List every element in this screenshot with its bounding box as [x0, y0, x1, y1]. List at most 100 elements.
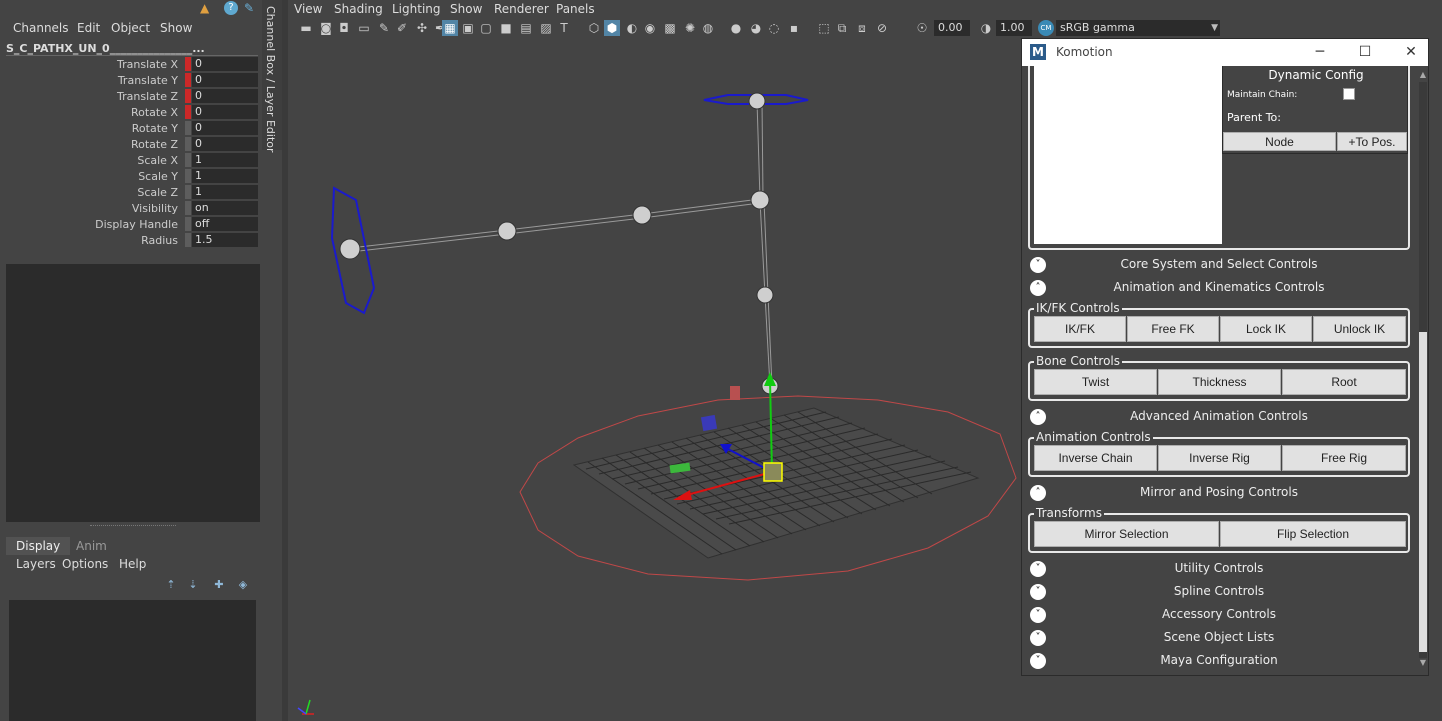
chevron-down-icon[interactable]: ˅ [1030, 257, 1046, 273]
menu-channels[interactable]: Channels [13, 21, 69, 35]
wireframe-icon[interactable]: ⬡ [586, 20, 602, 36]
chevron-down-icon[interactable]: ˅ [1030, 653, 1046, 669]
menu-help[interactable]: Help [119, 557, 146, 571]
menu-renderer[interactable]: Renderer [494, 2, 549, 16]
selected-object-name[interactable]: S_C_PATHX_UN_0_______________... [6, 42, 256, 55]
motion-blur-icon[interactable]: ⊘ [874, 20, 890, 36]
camera-attributes-icon[interactable]: ◙ [318, 20, 334, 36]
hud-icon[interactable]: ⬚ [816, 20, 832, 36]
grid-toggle-icon[interactable]: ✣ [414, 20, 430, 36]
attr-value[interactable]: 0 [192, 89, 258, 103]
attr-display-handle[interactable]: Display Handle off [0, 216, 264, 232]
tool-icon[interactable]: ▲ [200, 1, 209, 15]
free-rig-button[interactable]: Free Rig [1282, 445, 1406, 471]
menu-panels[interactable]: Panels [556, 2, 595, 16]
chevron-up-icon[interactable]: ˄ [1030, 409, 1046, 425]
free-fk-button[interactable]: Free FK [1127, 316, 1219, 342]
attr-scale-x[interactable]: Scale X 1 [0, 152, 264, 168]
menu-show[interactable]: Show [160, 21, 192, 35]
grid-icon[interactable]: ▦ [442, 20, 458, 36]
menu-view[interactable]: View [294, 2, 322, 16]
isolate-select-icon[interactable]: ● [728, 20, 744, 36]
maintain-chain-checkbox[interactable] [1343, 88, 1355, 100]
attr-translate-z[interactable]: Translate Z 0 [0, 88, 264, 104]
section-spline[interactable]: Spline Controls ˅ [1028, 582, 1410, 602]
chevron-up-icon[interactable]: ˄ [1030, 280, 1046, 296]
attr-value[interactable]: 1.5 [192, 233, 258, 247]
scroll-up-icon[interactable]: ▲ [1418, 70, 1428, 80]
menu-object[interactable]: Object [111, 21, 150, 35]
grease-pencil-icon[interactable]: ✐ [394, 20, 410, 36]
attr-value[interactable]: off [192, 217, 258, 231]
attr-scale-y[interactable]: Scale Y 1 [0, 168, 264, 184]
xray-components-icon[interactable]: ▪ [786, 20, 802, 36]
multisample-icon[interactable]: ⧉ [834, 20, 850, 36]
attr-value[interactable]: 0 [192, 137, 258, 151]
tab-display[interactable]: Display [6, 537, 71, 555]
gamma-icon[interactable]: ◑ [978, 20, 994, 36]
chain-list[interactable] [1034, 66, 1222, 244]
depth-of-field-icon[interactable]: ⧈ [854, 20, 870, 36]
attr-value[interactable]: 0 [192, 73, 258, 87]
chevron-down-icon[interactable]: ˅ [1030, 561, 1046, 577]
komotion-titlebar[interactable]: M Komotion ─ ☐ ✕ [1022, 39, 1428, 66]
chevron-down-icon[interactable]: ˅ [1030, 630, 1046, 646]
attr-rotate-z[interactable]: Rotate Z 0 [0, 136, 264, 152]
menu-edit[interactable]: Edit [77, 21, 100, 35]
attr-rotate-x[interactable]: Rotate X 0 [0, 104, 264, 120]
ambient-occlusion-icon[interactable]: ◍ [700, 20, 716, 36]
move-layer-up-icon[interactable]: ⇡ [162, 578, 180, 594]
edit-icon[interactable]: ✎ [244, 1, 254, 15]
safe-action-icon[interactable]: ▤ [518, 20, 534, 36]
attr-value[interactable]: 0 [192, 121, 258, 135]
use-lights-icon[interactable]: ▩ [662, 20, 678, 36]
text-overlay-icon[interactable]: T [556, 20, 572, 36]
resolution-gate-icon[interactable]: ▣ [460, 20, 476, 36]
attr-value[interactable]: on [192, 201, 258, 215]
select-camera-icon[interactable]: ▬ [298, 20, 314, 36]
move-layer-down-icon[interactable]: ⇣ [184, 578, 202, 594]
to-pos-button[interactable]: +To Pos. [1337, 132, 1407, 151]
colorspace-select[interactable]: sRGB gamma ▼ [1056, 20, 1220, 36]
field-chart-icon[interactable]: ■ [498, 20, 514, 36]
flip-selection-button[interactable]: Flip Selection [1220, 521, 1406, 547]
twist-button[interactable]: Twist [1034, 369, 1157, 395]
image-plane-icon[interactable]: ▭ [356, 20, 372, 36]
attr-rotate-y[interactable]: Rotate Y 0 [0, 120, 264, 136]
2d-pan-icon[interactable]: ✎ [376, 20, 392, 36]
attr-translate-x[interactable]: Translate X 0 [0, 56, 264, 72]
safe-title-icon[interactable]: ▨ [538, 20, 554, 36]
section-core[interactable]: Core System and Select Controls ˅ [1028, 255, 1410, 275]
close-icon[interactable]: ✕ [1401, 43, 1421, 61]
section-accessory[interactable]: Accessory Controls ˅ [1028, 605, 1410, 625]
mirror-selection-button[interactable]: Mirror Selection [1034, 521, 1219, 547]
scroll-down-icon[interactable]: ▼ [1418, 658, 1428, 668]
menu-lighting[interactable]: Lighting [392, 2, 441, 16]
new-layer-from-selection-icon[interactable]: ◈ [234, 578, 252, 594]
inverse-chain-button[interactable]: Inverse Chain [1034, 445, 1157, 471]
channel-box-side-tab[interactable]: Channel Box / Layer Editor [262, 0, 282, 153]
section-mirror[interactable]: Mirror and Posing Controls ˄ [1028, 483, 1410, 503]
smooth-shade-icon[interactable]: ⬢ [604, 20, 620, 36]
textured-icon[interactable]: ◉ [642, 20, 658, 36]
minimize-icon[interactable]: ─ [1310, 43, 1330, 61]
color-management-icon[interactable]: CM [1038, 20, 1054, 36]
menu-shading[interactable]: Shading [334, 2, 383, 16]
unlock-ik-button[interactable]: Unlock IK [1313, 316, 1406, 342]
exposure-icon[interactable]: ☉ [914, 20, 930, 36]
attr-translate-y[interactable]: Translate Y 0 [0, 72, 264, 88]
attr-value[interactable]: 1 [192, 169, 258, 183]
xray-icon[interactable]: ◕ [748, 20, 764, 36]
root-button[interactable]: Root [1282, 369, 1406, 395]
layer-list[interactable] [9, 600, 256, 721]
attr-value[interactable]: 0 [192, 105, 258, 119]
attr-radius[interactable]: Radius 1.5 [0, 232, 264, 248]
wireframe-on-shaded-icon[interactable]: ◐ [624, 20, 640, 36]
section-advanced[interactable]: Advanced Animation Controls ˄ [1028, 407, 1410, 427]
chevron-up-icon[interactable]: ˄ [1030, 485, 1046, 501]
maximize-icon[interactable]: ☐ [1355, 43, 1375, 61]
thickness-button[interactable]: Thickness [1158, 369, 1281, 395]
gamma-field[interactable]: 1.00 [996, 20, 1032, 36]
scroll-thumb[interactable] [1419, 332, 1427, 652]
new-layer-icon[interactable]: ✚ [210, 578, 228, 594]
